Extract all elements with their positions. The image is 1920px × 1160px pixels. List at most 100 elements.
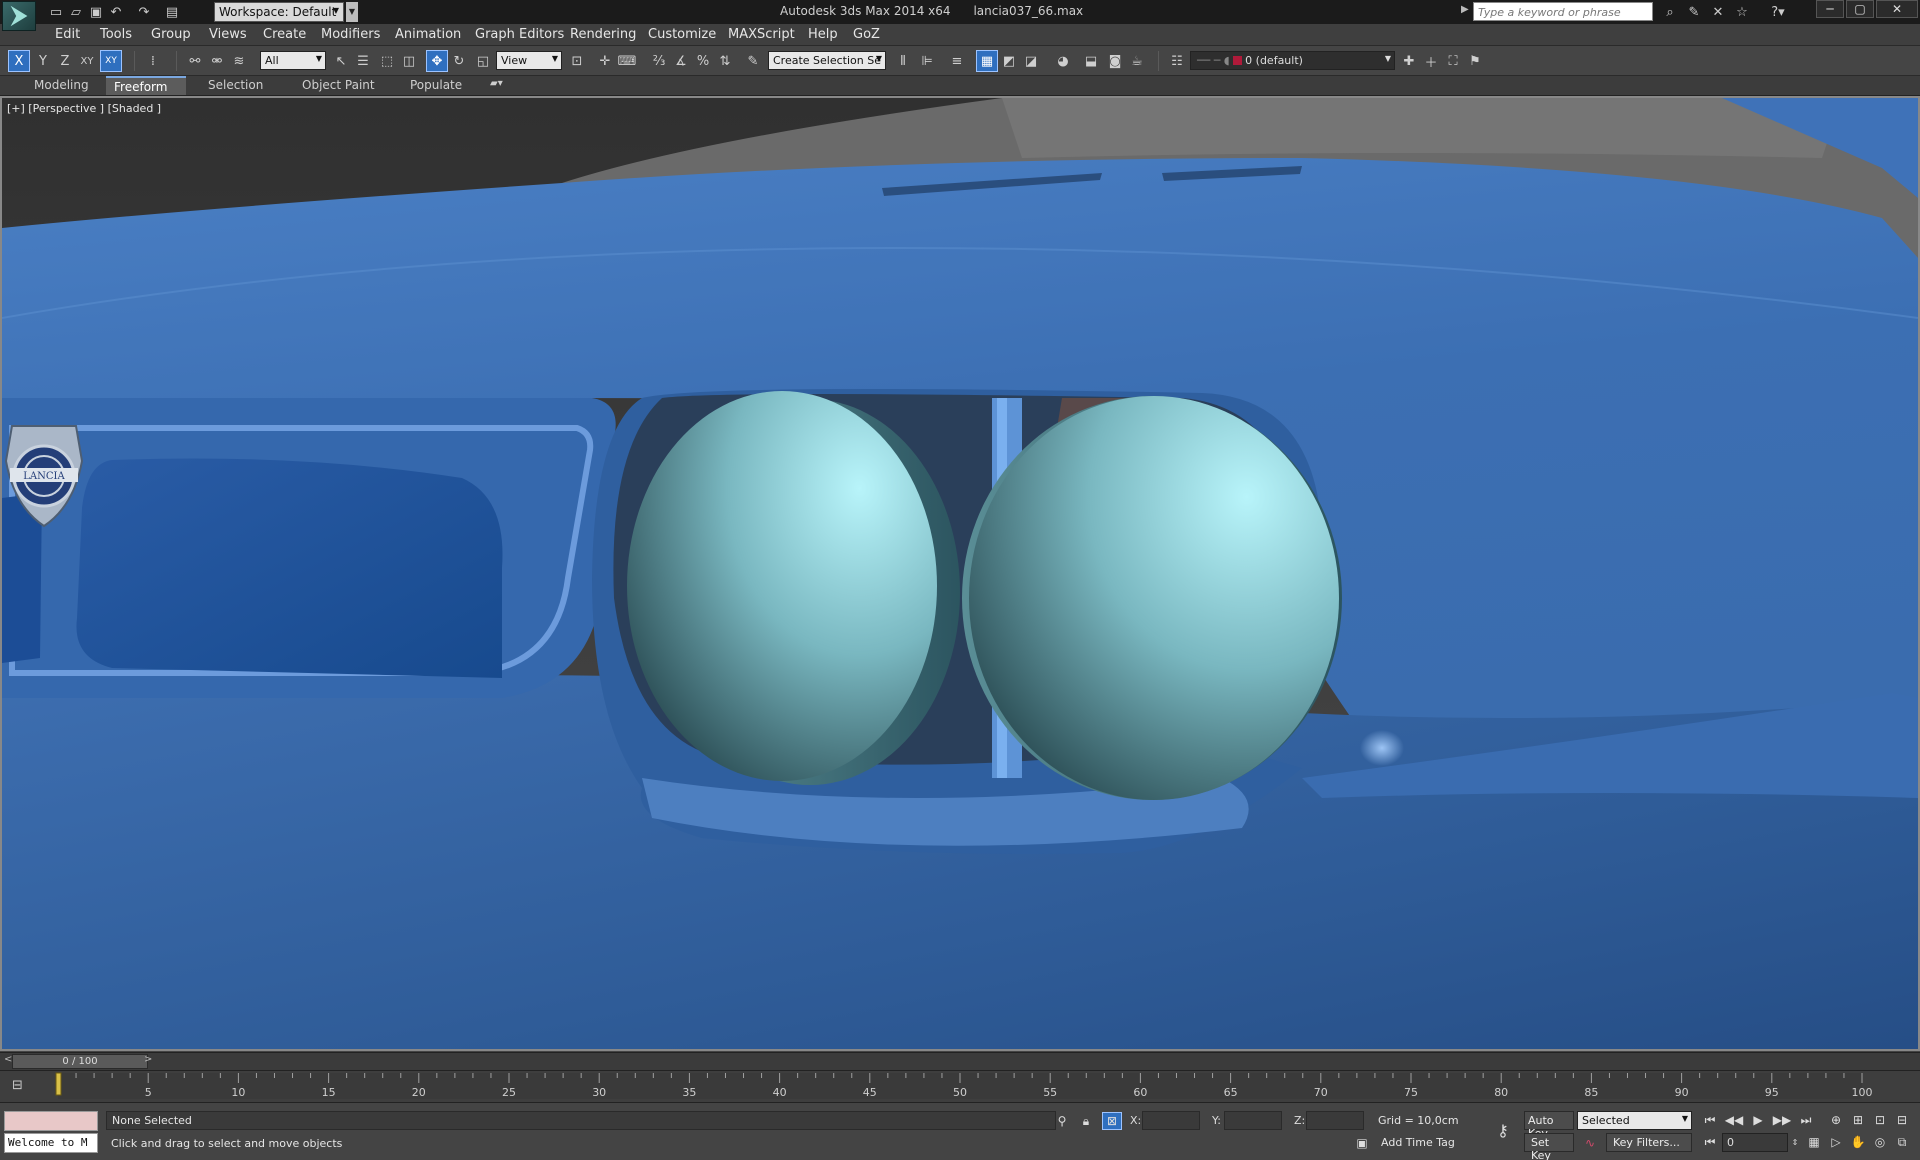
zoom-extents-all-icon[interactable]: ⊟: [1892, 1111, 1912, 1129]
named-selection-dropdown[interactable]: Create Selection Se ▼: [768, 51, 886, 70]
key-curve-icon[interactable]: ∿: [1580, 1134, 1600, 1152]
menu-goz[interactable]: GoZ: [853, 27, 880, 42]
unlink-icon[interactable]: ⚮: [206, 50, 228, 72]
open-file-icon[interactable]: ▱: [66, 2, 86, 22]
zoom-extents-icon[interactable]: ⊡: [1870, 1111, 1890, 1129]
menu-modifiers[interactable]: Modifiers: [321, 27, 380, 42]
workspace-dropdown[interactable]: Workspace: Default ▼: [214, 2, 344, 22]
communication-icon[interactable]: ✕: [1708, 2, 1728, 22]
new-file-icon[interactable]: ▭: [46, 2, 66, 22]
menu-group[interactable]: Group: [151, 27, 191, 42]
set-key-button[interactable]: Set Key: [1524, 1133, 1574, 1160]
tab-populate[interactable]: Populate: [402, 76, 470, 95]
menu-rendering[interactable]: Rendering: [570, 27, 636, 42]
mirror-icon[interactable]: ⫴: [892, 50, 914, 72]
graphite-toggle-icon[interactable]: ▦: [976, 50, 998, 72]
maximize-viewport-icon[interactable]: ⧉: [1892, 1133, 1912, 1151]
axis-y-button[interactable]: Y: [32, 50, 54, 72]
track-bar[interactable]: ⊟ 5 10 15 20 25 30 35 40 45 50 55 60 65 70 75 80 85 90 95 1…: [0, 1070, 1920, 1102]
window-crossing-icon[interactable]: ◫: [398, 50, 420, 72]
spinner-snap-icon[interactable]: ⇅: [714, 50, 736, 72]
rectangular-selection-icon[interactable]: ⬚: [376, 50, 398, 72]
select-manipulate-icon[interactable]: ✛: [594, 50, 616, 72]
add-to-layer-icon[interactable]: ＋: [1420, 50, 1442, 72]
menu-edit[interactable]: Edit: [55, 27, 80, 42]
selection-filter-dropdown[interactable]: All ▼: [260, 51, 326, 70]
menu-create[interactable]: Create: [263, 27, 306, 42]
search-input[interactable]: Type a keyword or phrase: [1473, 2, 1653, 21]
undo-icon[interactable]: ↶: [106, 2, 126, 22]
current-frame-marker[interactable]: [55, 1072, 62, 1096]
menu-maxscript[interactable]: MAXScript: [728, 27, 795, 42]
select-and-scale-icon[interactable]: ◱: [472, 50, 494, 72]
app-logo-icon[interactable]: [2, 1, 36, 31]
key-mode-toggle-icon[interactable]: ⏮: [1700, 1133, 1720, 1151]
reference-coordinate-dropdown[interactable]: View ▼: [496, 51, 562, 70]
select-object-icon[interactable]: ↖: [330, 50, 352, 72]
z-coordinate-field[interactable]: [1306, 1111, 1364, 1130]
select-and-move-icon[interactable]: ✥: [426, 50, 448, 72]
help-icon[interactable]: ?▾: [1760, 2, 1796, 22]
create-layer-icon[interactable]: ✚: [1398, 50, 1420, 72]
axis-z-button[interactable]: Z: [54, 50, 76, 72]
key-mode-dropdown[interactable]: Selected ▼: [1577, 1111, 1692, 1130]
zoom-icon[interactable]: ⊕: [1826, 1111, 1846, 1129]
menu-customize[interactable]: Customize: [648, 27, 716, 42]
absolute-mode-icon[interactable]: ⊠: [1102, 1112, 1122, 1130]
axis-constraint-icon[interactable]: XY: [100, 50, 122, 72]
curve-editor-icon[interactable]: ◩: [998, 50, 1020, 72]
x-coordinate-field[interactable]: [1142, 1111, 1200, 1130]
frame-spinner-icon[interactable]: ⇕: [1790, 1133, 1800, 1151]
selection-lock-icon[interactable]: 🔒︎: [1076, 1112, 1096, 1130]
pivot-center-icon[interactable]: ⊡: [566, 50, 588, 72]
maxscript-mini-listener[interactable]: [4, 1111, 98, 1131]
tab-modeling[interactable]: Modeling: [26, 76, 97, 95]
minimize-button[interactable]: ─: [1816, 0, 1844, 18]
close-button[interactable]: ✕: [1876, 0, 1918, 18]
field-of-view-icon[interactable]: ▷: [1826, 1133, 1846, 1151]
time-slider[interactable]: < 0 / 100 >: [0, 1052, 1920, 1070]
layer-manager-icon[interactable]: ≡: [946, 50, 968, 72]
tab-selection[interactable]: Selection: [200, 76, 271, 95]
ribbon-options-icon[interactable]: ▰▾: [482, 76, 511, 95]
perspective-viewport[interactable]: LANCIA [+] [Perspective ] [Shaded ]: [0, 96, 1920, 1051]
subscription-icon[interactable]: ✎: [1684, 2, 1704, 22]
time-configuration-icon[interactable]: ▦: [1804, 1133, 1824, 1151]
go-to-end-icon[interactable]: ⏭: [1796, 1111, 1816, 1129]
layer-explorer-icon[interactable]: ☷: [1166, 50, 1188, 72]
redo-icon[interactable]: ↷: [134, 2, 154, 22]
default-in-out-key-icon[interactable]: ⚷: [1490, 1121, 1516, 1140]
menu-animation[interactable]: Animation: [395, 27, 461, 42]
render-setup-icon[interactable]: ⬓: [1080, 50, 1102, 72]
snaps-toggle-icon[interactable]: ⅔: [648, 50, 670, 72]
schematic-view-icon[interactable]: ◪: [1020, 50, 1042, 72]
tab-freeform[interactable]: Freeform: [106, 76, 186, 95]
axis-xy-button[interactable]: XY: [76, 50, 98, 72]
auto-key-button[interactable]: Auto Key: [1524, 1111, 1574, 1140]
rendered-frame-window-icon[interactable]: ◙: [1104, 50, 1126, 72]
set-current-layer-icon[interactable]: ⚑: [1464, 50, 1486, 72]
binoculars-icon[interactable]: ⌕: [1660, 2, 1680, 22]
y-coordinate-field[interactable]: [1224, 1111, 1282, 1130]
angle-snap-icon[interactable]: ∡: [670, 50, 692, 72]
snap-toggle-icon[interactable]: ⁞: [142, 50, 164, 72]
zoom-all-icon[interactable]: ⊞: [1848, 1111, 1868, 1129]
time-slider-handle[interactable]: 0 / 100: [12, 1054, 148, 1069]
maxscript-listener-input[interactable]: Welcome to M: [4, 1133, 98, 1153]
pan-hand-icon[interactable]: ✋: [1848, 1133, 1868, 1151]
viewport-label[interactable]: [+] [Perspective ] [Shaded ]: [7, 102, 161, 115]
menu-help[interactable]: Help: [808, 27, 838, 42]
current-frame-field[interactable]: 0: [1722, 1133, 1788, 1152]
customize-quick-access-button[interactable]: ▼: [346, 2, 358, 22]
menu-views[interactable]: Views: [209, 27, 247, 42]
layer-dropdown[interactable]: ── ─ ◖ 0 (default) ▼: [1190, 51, 1395, 70]
time-tag-icon[interactable]: ▣: [1352, 1134, 1372, 1152]
add-time-tag-button[interactable]: Add Time Tag: [1381, 1136, 1455, 1149]
next-frame-icon[interactable]: ▶▶: [1772, 1111, 1792, 1129]
play-icon[interactable]: ▶: [1748, 1111, 1768, 1129]
select-and-rotate-icon[interactable]: ↻: [448, 50, 470, 72]
menu-graph-editors[interactable]: Graph Editors: [475, 27, 564, 42]
go-to-start-icon[interactable]: ⏮: [1700, 1111, 1720, 1129]
previous-frame-icon[interactable]: ◀◀: [1724, 1111, 1744, 1129]
select-by-name-icon[interactable]: ☰: [352, 50, 374, 72]
